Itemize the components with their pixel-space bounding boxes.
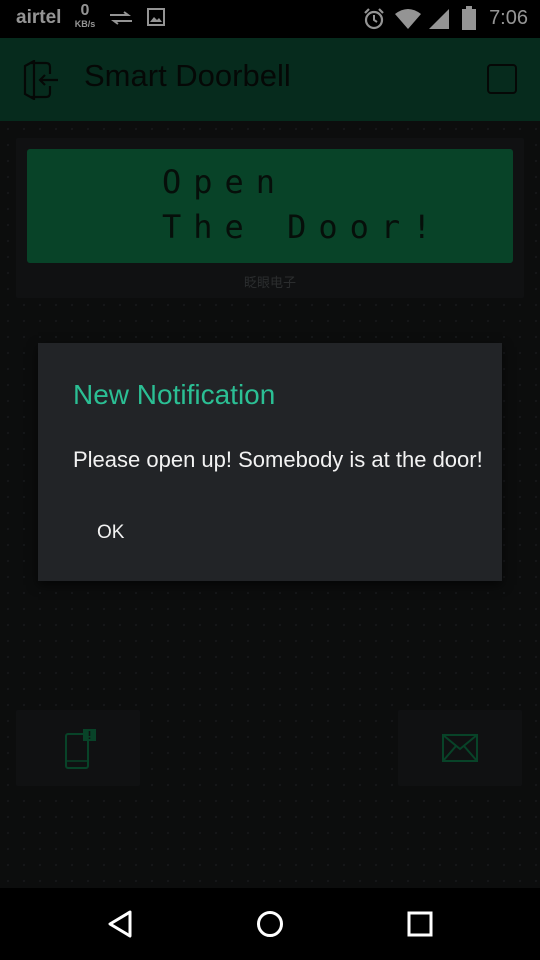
back-nav-icon[interactable]	[102, 906, 138, 942]
recents-nav-icon[interactable]	[402, 906, 438, 942]
notification-dialog: New Notification Please open up! Somebod…	[38, 343, 502, 581]
navigation-bar	[0, 888, 540, 960]
dialog-message: Please open up! Somebody is at the door!	[73, 447, 483, 472]
ok-button[interactable]: OK	[73, 513, 147, 553]
dialog-title: New Notification	[73, 379, 276, 410]
home-nav-icon[interactable]	[252, 906, 288, 942]
